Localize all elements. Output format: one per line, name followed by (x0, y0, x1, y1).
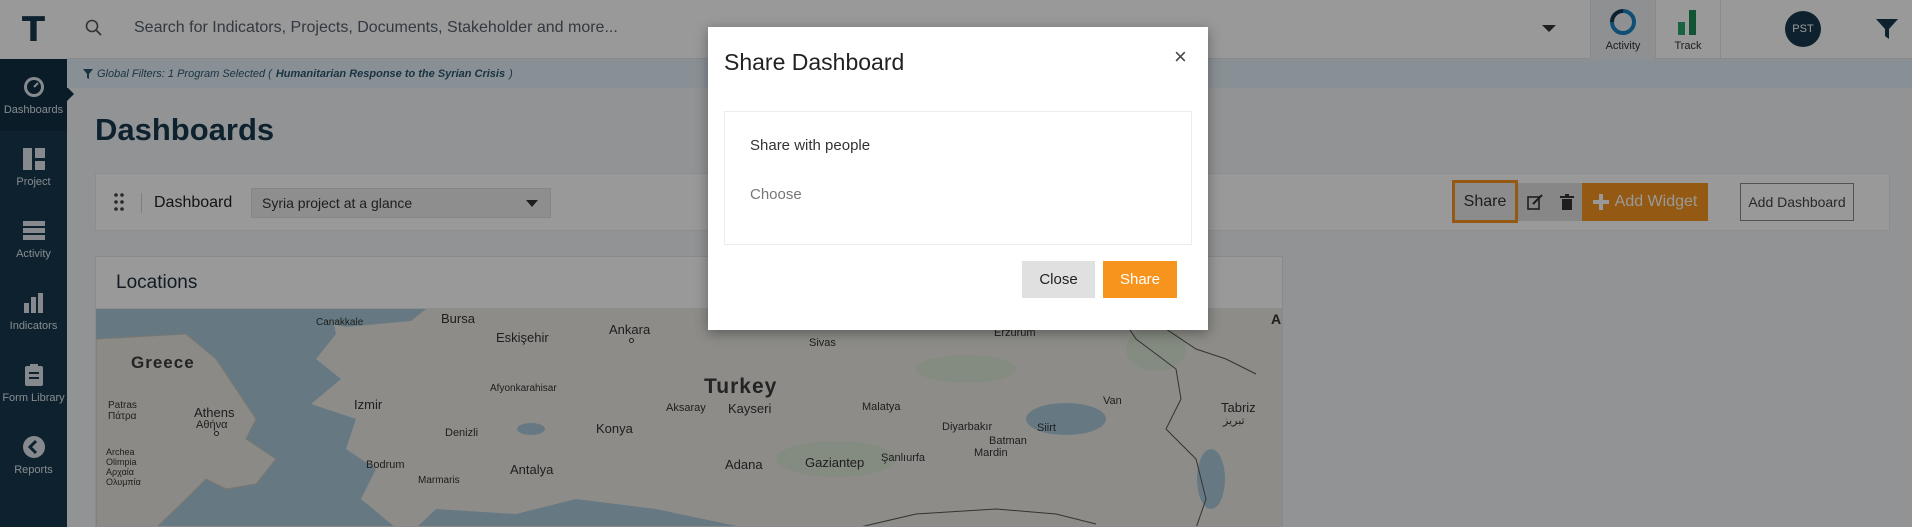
close-icon[interactable]: × (1174, 44, 1187, 70)
modal-title: Share Dashboard (724, 49, 905, 75)
confirm-share-button[interactable]: Share (1103, 261, 1177, 298)
people-select[interactable]: Choose (750, 186, 802, 203)
close-button[interactable]: Close (1022, 261, 1095, 298)
share-with-label: Share with people (750, 137, 871, 154)
share-form: Share with people Choose (724, 111, 1192, 245)
share-dashboard-modal: Share Dashboard × Share with people Choo… (708, 27, 1208, 330)
